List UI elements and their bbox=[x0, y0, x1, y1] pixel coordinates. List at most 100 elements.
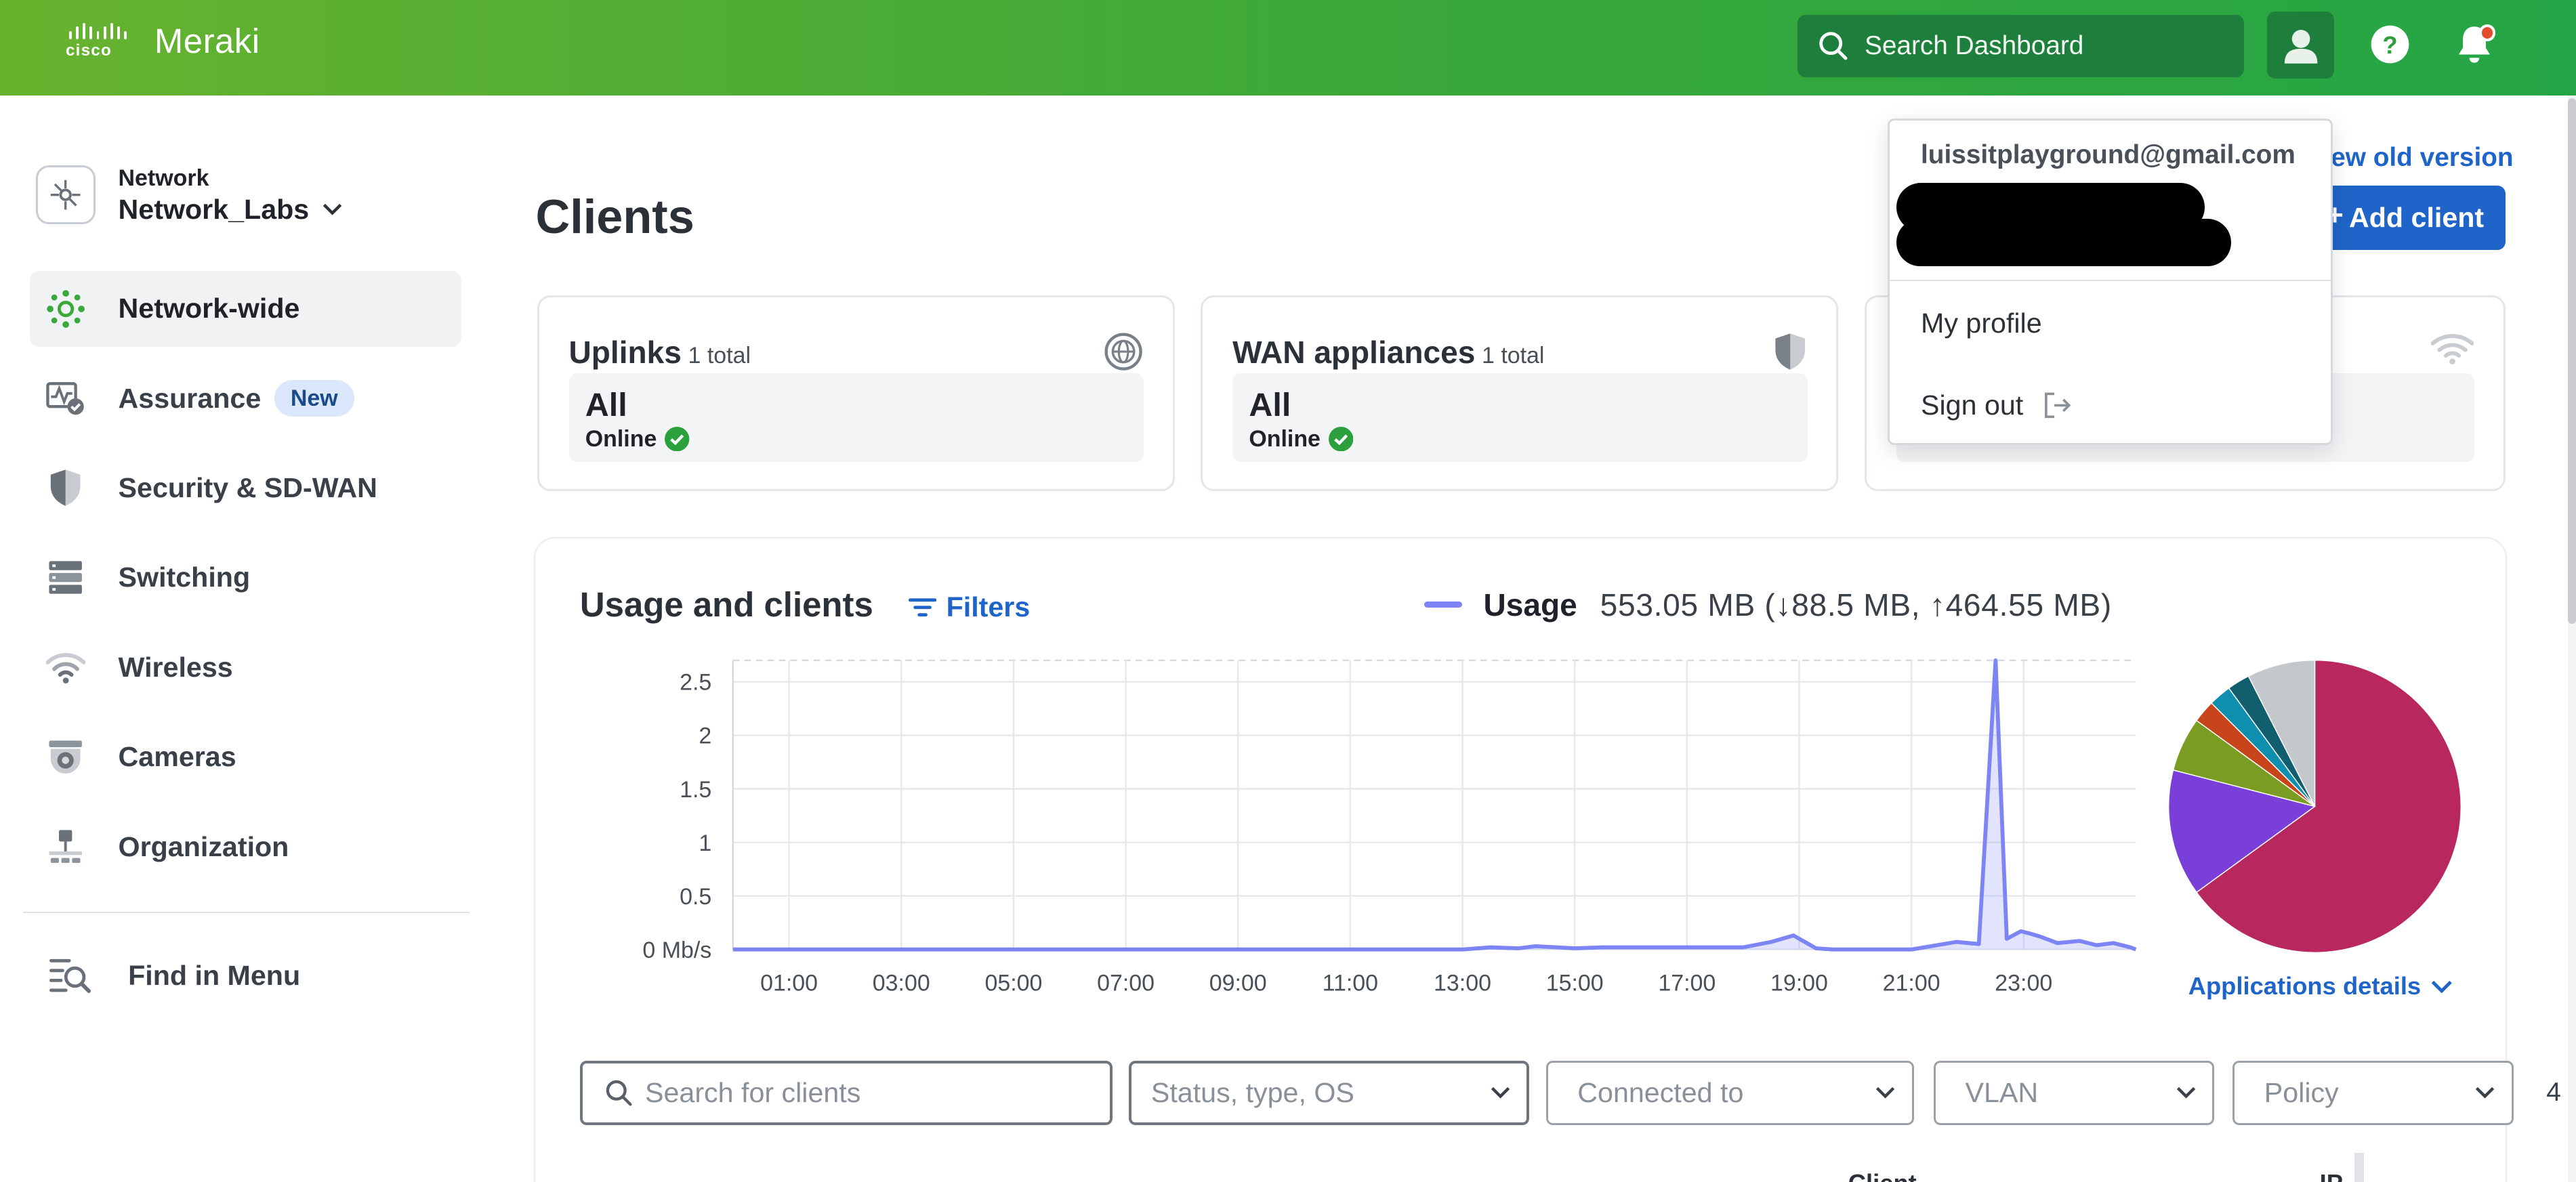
x-tick-label: 11:00 bbox=[1322, 970, 1377, 996]
search-clients-input[interactable] bbox=[645, 1077, 1089, 1110]
new-badge: New bbox=[274, 380, 354, 417]
x-tick-label: 09:00 bbox=[1209, 970, 1266, 996]
x-tick-label: 23:00 bbox=[1995, 970, 2052, 996]
x-tick-label: 05:00 bbox=[984, 970, 1042, 996]
search-dashboard-field[interactable]: Search Dashboard bbox=[1797, 14, 2245, 77]
help-button[interactable]: ? bbox=[2369, 23, 2411, 66]
sidebar-item-assurance[interactable]: Assurance New bbox=[30, 360, 462, 436]
card-title: WAN appliances 1 total bbox=[1232, 334, 1544, 371]
search-icon bbox=[1819, 32, 1848, 60]
sidebar-item-label: Assurance bbox=[118, 382, 262, 414]
sidebar-item-label: Cameras bbox=[118, 741, 236, 773]
sign-out-menu-item[interactable]: Sign out bbox=[1921, 389, 2073, 421]
filters-label: Filters bbox=[946, 591, 1031, 622]
network-name: Network_Labs bbox=[119, 194, 342, 226]
legend-value: 553.05 MB (↓88.5 MB, ↑464.55 MB) bbox=[1600, 587, 2112, 622]
network-hub-icon bbox=[36, 165, 96, 225]
status-type-os-select[interactable]: Status, type, OS bbox=[1128, 1061, 1530, 1125]
notifications-button[interactable] bbox=[2451, 22, 2501, 71]
view-old-version-link[interactable]: View old version bbox=[2306, 143, 2513, 173]
column-resize-handle[interactable] bbox=[2354, 1153, 2365, 1182]
find-in-menu-label: Find in Menu bbox=[128, 959, 301, 991]
network-wide-icon bbox=[46, 289, 85, 329]
sidebar-item-label: Organization bbox=[118, 830, 289, 862]
menu-search-icon bbox=[49, 959, 91, 994]
sidebar-item-network-wide[interactable]: Network-wide bbox=[29, 271, 462, 347]
chevron-down-icon bbox=[2476, 1086, 2495, 1099]
legend-swatch bbox=[1424, 601, 1462, 608]
usage-chart[interactable]: 0 Mb/s 0.5 1 1.5 2 2.5 01:00 03:00 05:00 07:00 09:… bbox=[575, 649, 2161, 1010]
status-text: Online bbox=[1249, 425, 1321, 452]
more-filters-count[interactable]: 4 bbox=[2546, 1078, 2561, 1107]
search-dashboard-placeholder: Search Dashboard bbox=[1865, 30, 2084, 60]
vlan-select[interactable]: VLAN bbox=[1933, 1061, 2215, 1125]
sidebar-item-security-sd-wan[interactable]: Security & SD-WAN bbox=[30, 450, 462, 526]
chevron-down-icon bbox=[1491, 1086, 1510, 1099]
x-tick-label: 03:00 bbox=[872, 970, 930, 996]
filters-button[interactable]: Filters bbox=[908, 591, 1031, 623]
search-clients-field[interactable] bbox=[579, 1061, 1113, 1125]
sidebar-item-label: Switching bbox=[118, 562, 251, 593]
card-count: 1 total bbox=[1482, 342, 1545, 368]
select-value: Status, type, OS bbox=[1150, 1077, 1354, 1109]
switch-icon bbox=[46, 558, 85, 597]
svg-text:?: ? bbox=[2383, 31, 2398, 59]
assurance-icon bbox=[46, 379, 85, 418]
status-online: Online bbox=[1249, 426, 1791, 452]
globe-icon bbox=[1104, 332, 1143, 378]
table-header-client[interactable]: Client bbox=[1848, 1169, 1917, 1182]
x-tick-label: 07:00 bbox=[1097, 970, 1155, 996]
chevron-down-icon bbox=[2177, 1086, 2196, 1099]
uplinks-card[interactable]: Uplinks 1 total All Online bbox=[537, 295, 1175, 491]
account-email: luissitplayground@gmail.com bbox=[1921, 140, 2295, 169]
filter-icon bbox=[908, 598, 937, 616]
my-profile-label: My profile bbox=[1921, 307, 2042, 339]
x-tick-label: 15:00 bbox=[1545, 970, 1603, 996]
profile-dropdown: luissitplayground@gmail.com My profile S… bbox=[1887, 118, 2333, 446]
help-icon: ? bbox=[2371, 25, 2409, 64]
policy-select[interactable]: Policy bbox=[2232, 1061, 2514, 1125]
page-scrollbar-thumb[interactable] bbox=[2567, 98, 2576, 625]
filter-value: All bbox=[1249, 387, 1291, 424]
camera-icon bbox=[46, 738, 85, 777]
meraki-logo[interactable]: cisco Meraki bbox=[66, 20, 260, 62]
sidebar-item-switching[interactable]: Switching bbox=[30, 540, 462, 616]
redacted-account-info bbox=[1896, 219, 2232, 267]
connected-to-select[interactable]: Connected to bbox=[1545, 1061, 1914, 1125]
sidebar-item-label: Network-wide bbox=[118, 293, 300, 324]
sidebar-item-label: Wireless bbox=[118, 651, 233, 683]
applications-pie-chart[interactable] bbox=[2162, 654, 2468, 959]
sidebar-item-organization[interactable]: Organization bbox=[30, 809, 462, 885]
chevron-down-icon bbox=[323, 203, 341, 215]
wan-appliances-card[interactable]: WAN appliances 1 total All Online bbox=[1201, 295, 1839, 491]
usage-area bbox=[732, 660, 2136, 950]
sidebar-item-cameras[interactable]: Cameras bbox=[30, 719, 462, 795]
card-title-text: WAN appliances bbox=[1232, 334, 1476, 370]
shield-icon bbox=[46, 468, 85, 507]
x-tick-label: 13:00 bbox=[1434, 970, 1491, 996]
y-tick-label: 2 bbox=[699, 723, 711, 748]
top-bar: cisco Meraki Search Dashboard ? bbox=[0, 0, 2576, 96]
user-icon bbox=[2284, 29, 2318, 64]
shield-icon bbox=[1774, 332, 1806, 378]
app-root: cisco Meraki Search Dashboard ? Network … bbox=[0, 0, 2576, 1182]
account-button[interactable] bbox=[2267, 11, 2335, 79]
sidebar-divider bbox=[22, 911, 470, 914]
select-value: Connected to bbox=[1577, 1077, 1744, 1109]
find-in-menu-button[interactable]: Find in Menu bbox=[49, 956, 300, 995]
add-client-button[interactable]: + Add client bbox=[2310, 185, 2506, 250]
y-tick-label: 1 bbox=[699, 830, 711, 856]
sidebar-item-wireless[interactable]: Wireless bbox=[30, 630, 462, 706]
brand-name: Meraki bbox=[154, 22, 260, 61]
network-selector[interactable]: Network Network_Labs bbox=[36, 164, 341, 226]
applications-details-link[interactable]: Applications details bbox=[2188, 972, 2453, 1000]
search-icon bbox=[606, 1080, 632, 1106]
table-header-ip[interactable]: IP bbox=[2320, 1169, 2343, 1182]
usage-legend: Usage 553.05 MB (↓88.5 MB, ↑464.55 MB) bbox=[1424, 587, 2112, 623]
cisco-wordmark: cisco bbox=[65, 41, 112, 60]
filter-value: All bbox=[585, 387, 627, 424]
usage-series-line[interactable] bbox=[732, 658, 2137, 952]
status-box: All Online bbox=[568, 373, 1144, 462]
organization-icon bbox=[46, 827, 85, 866]
my-profile-menu-item[interactable]: My profile bbox=[1921, 308, 2042, 339]
